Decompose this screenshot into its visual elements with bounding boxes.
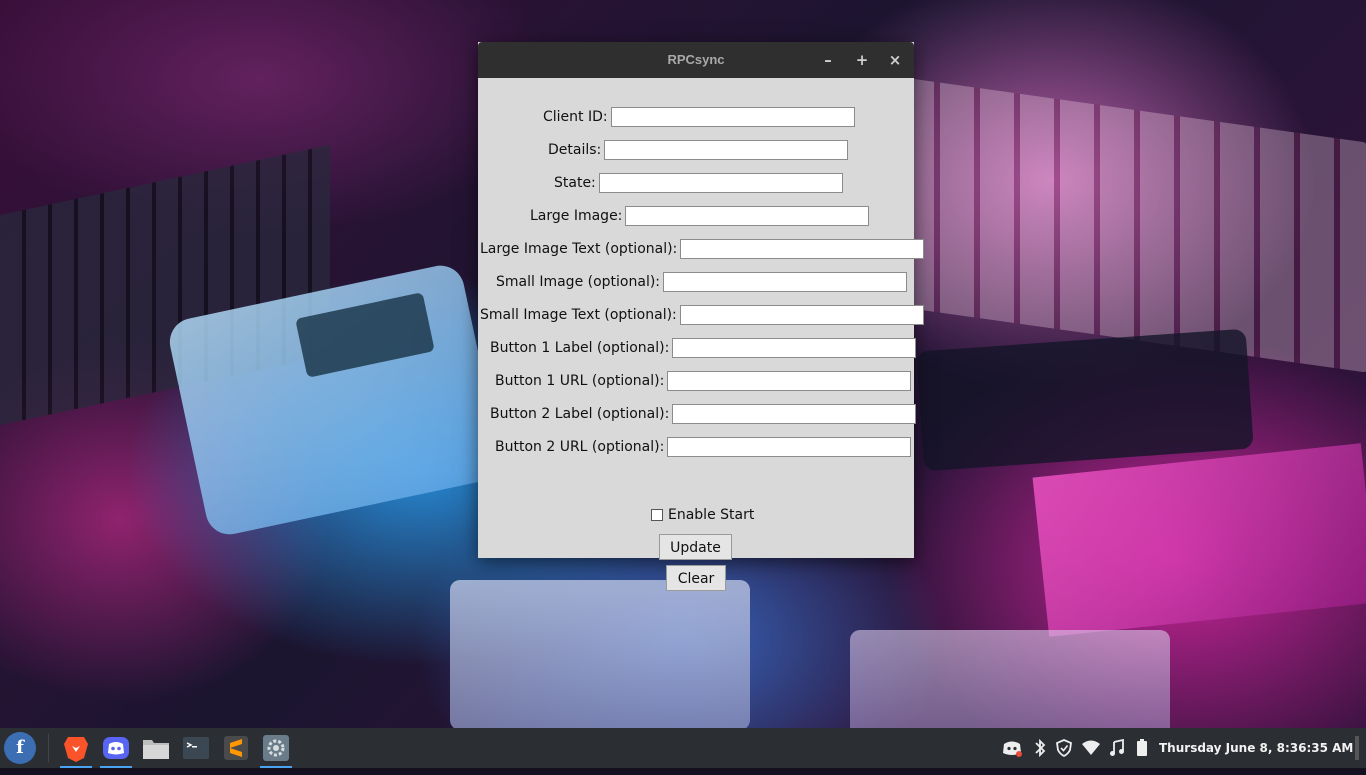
rpcsync-window: RPCsync – + × Client ID: Details: State:…	[478, 42, 925, 591]
settings-icon[interactable]	[260, 732, 292, 768]
gear-icon	[263, 735, 289, 761]
taskbar: f Thursday June 8, 8:36:35 AM	[0, 728, 1366, 768]
bluetooth-glyph	[1035, 738, 1046, 758]
terminal-icon[interactable]	[180, 732, 212, 764]
large-image-row: Large Image:	[530, 205, 870, 227]
sublime-text-icon[interactable]	[220, 732, 252, 764]
small-image-input[interactable]	[663, 272, 908, 292]
button2-label-row: Button 2 Label (optional):	[490, 403, 917, 425]
large-image-input[interactable]	[625, 206, 870, 226]
button2-url-input[interactable]	[667, 437, 912, 457]
small-image-text-row: Small Image Text (optional):	[480, 304, 924, 326]
wallpaper-cassette-2	[850, 630, 1170, 728]
window-titlebar[interactable]: RPCsync – + ×	[478, 42, 914, 78]
enable-start-label[interactable]: Enable Start	[668, 507, 754, 523]
window-title: RPCsync	[667, 52, 725, 67]
small-image-row: Small Image (optional):	[496, 271, 908, 293]
enable-start-row[interactable]: Enable Start	[651, 506, 754, 524]
wallpaper-game-box	[1032, 443, 1366, 637]
small-image-text-label: Small Image Text (optional):	[480, 307, 677, 323]
large-image-text-input[interactable]	[680, 239, 925, 259]
large-image-label: Large Image:	[530, 208, 623, 224]
button1-url-label: Button 1 URL (optional):	[495, 373, 665, 389]
details-input[interactable]	[604, 140, 849, 160]
terminal-window-icon	[183, 737, 209, 759]
details-label: Details:	[548, 142, 602, 158]
taskbar-separator	[48, 734, 49, 762]
bluetooth-icon[interactable]	[1029, 728, 1051, 768]
battery-icon[interactable]	[1131, 728, 1153, 768]
button1-label-label: Button 1 Label (optional):	[490, 340, 670, 356]
button1-label-input[interactable]	[672, 338, 917, 358]
maximize-button[interactable]: +	[851, 49, 873, 71]
update-button[interactable]: Update	[659, 534, 732, 560]
button2-url-label: Button 2 URL (optional):	[495, 439, 665, 455]
small-image-label: Small Image (optional):	[496, 274, 661, 290]
discord-tray-glyph	[1003, 741, 1022, 757]
sublime-logo-icon	[224, 736, 248, 760]
close-button[interactable]: ×	[884, 49, 906, 71]
details-row: Details:	[548, 139, 849, 161]
button1-url-row: Button 1 URL (optional):	[495, 370, 912, 392]
show-desktop-button[interactable]	[1355, 736, 1359, 760]
wallpaper-keyboard-right	[900, 76, 1366, 374]
state-input[interactable]	[598, 173, 843, 193]
discord-logo-icon	[103, 737, 129, 759]
discord-tray-icon[interactable]	[1001, 728, 1023, 768]
wallpaper-console	[916, 328, 1254, 472]
client-id-input[interactable]	[610, 107, 855, 127]
discord-icon[interactable]	[100, 732, 132, 768]
fedora-logo-glyph: f	[16, 737, 24, 758]
wifi-icon[interactable]	[1080, 728, 1102, 768]
large-image-text-label: Large Image Text (optional):	[480, 241, 678, 257]
clear-button[interactable]: Clear	[666, 565, 726, 591]
client-id-label: Client ID:	[543, 109, 608, 125]
shield-glyph	[1056, 739, 1072, 758]
button2-url-row: Button 2 URL (optional):	[495, 436, 912, 458]
music-icon[interactable]	[1106, 728, 1128, 768]
button2-label-label: Button 2 Label (optional):	[490, 406, 670, 422]
brave-lion-icon	[64, 737, 88, 762]
minimize-button[interactable]: –	[817, 49, 839, 71]
state-row: State:	[554, 172, 843, 194]
clock[interactable]: Thursday June 8, 8:36:35 AM	[1159, 728, 1353, 768]
button2-label-input[interactable]	[672, 404, 917, 424]
enable-start-checkbox[interactable]	[651, 509, 663, 521]
brave-browser-icon[interactable]	[60, 732, 92, 768]
state-label: State:	[554, 175, 596, 191]
wallpaper-cassette	[450, 580, 750, 728]
small-image-text-input[interactable]	[679, 305, 924, 325]
button1-label-row: Button 1 Label (optional):	[490, 337, 917, 359]
music-note-glyph	[1110, 738, 1124, 756]
wifi-glyph	[1082, 740, 1100, 755]
shield-icon[interactable]	[1053, 728, 1075, 768]
folder-icon	[143, 740, 169, 759]
form-area: Client ID: Details: State: Large Image: …	[478, 78, 925, 591]
large-image-text-row: Large Image Text (optional):	[480, 238, 925, 260]
button1-url-input[interactable]	[667, 371, 912, 391]
fedora-launcher-icon[interactable]: f	[4, 732, 36, 764]
battery-glyph	[1137, 739, 1147, 756]
files-icon[interactable]	[140, 732, 172, 764]
client-id-row: Client ID:	[543, 106, 855, 128]
